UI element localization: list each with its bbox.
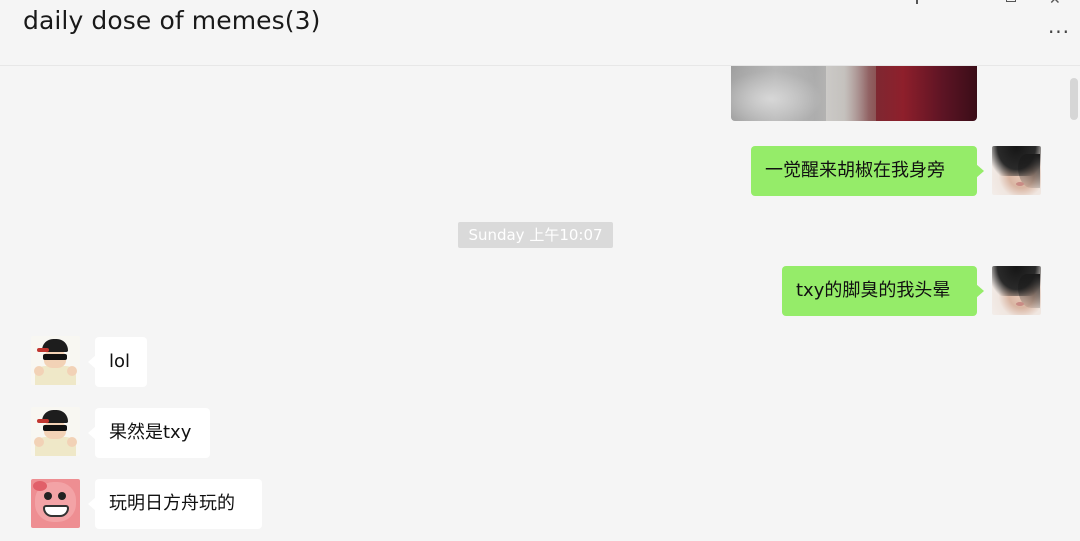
message-bubble-incoming[interactable]: lol bbox=[88, 337, 147, 387]
message-bubble-incoming[interactable]: 果然是txy bbox=[88, 408, 210, 458]
message-bubble-outgoing[interactable]: 一觉醒来胡椒在我身旁 bbox=[751, 146, 984, 196]
minimize-icon[interactable] bbox=[916, 0, 918, 4]
maximize-icon[interactable] bbox=[1006, 0, 1016, 2]
message-text: txy的脚臭的我头晕 bbox=[796, 280, 951, 301]
close-icon[interactable]: ✕ bbox=[1049, 0, 1061, 8]
chat-header: daily dose of memes(3) ✕ ··· bbox=[0, 0, 1080, 66]
message-bubble-outgoing[interactable]: txy的脚臭的我头晕 bbox=[782, 266, 984, 316]
pig-avatar[interactable] bbox=[31, 479, 80, 528]
scrollbar-thumb[interactable] bbox=[1070, 78, 1078, 120]
kid-avatar[interactable] bbox=[31, 407, 80, 456]
chat-window: daily dose of memes(3) ✕ ··· 一觉醒来胡椒在我身旁 … bbox=[0, 0, 1080, 541]
message-text: 一觉醒来胡椒在我身旁 bbox=[765, 160, 945, 181]
message-text: 果然是txy bbox=[109, 422, 192, 443]
message-text: 玩明日方舟玩的 bbox=[109, 493, 235, 514]
image-message[interactable] bbox=[731, 66, 977, 121]
self-avatar[interactable] bbox=[992, 266, 1041, 315]
chat-title: daily dose of memes(3) bbox=[23, 6, 321, 35]
self-avatar[interactable] bbox=[992, 146, 1041, 195]
message-text: lol bbox=[109, 351, 131, 372]
message-bubble-incoming[interactable]: 玩明日方舟玩的 bbox=[88, 479, 262, 529]
timestamp-divider: Sunday 上午10:07 bbox=[458, 222, 613, 248]
more-options-button[interactable]: ··· bbox=[1046, 22, 1072, 42]
kid-avatar[interactable] bbox=[31, 336, 80, 385]
